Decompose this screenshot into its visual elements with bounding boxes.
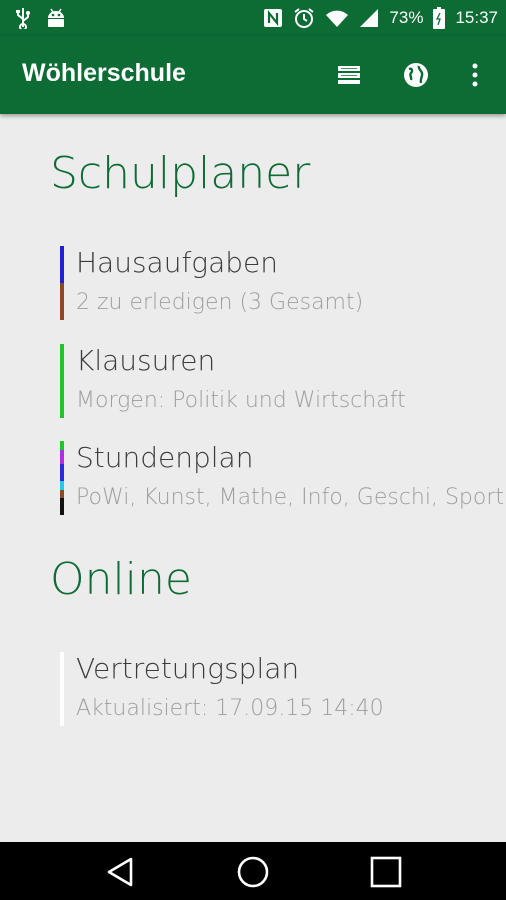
- android-debug-icon: [46, 7, 66, 29]
- signal-icon: [359, 8, 379, 28]
- list-item-homework[interactable]: Hausaufgaben 2 zu erledigen (3 Gesamt): [60, 246, 506, 322]
- color-bar: [60, 652, 64, 726]
- alarm-icon: [293, 7, 315, 29]
- item-subtitle: PoWi, Kunst, Mathe, Info, Geschi, Sport: [76, 485, 505, 510]
- item-title: Hausaufgaben: [76, 246, 279, 279]
- list-item-substitution-plan[interactable]: Vertretungsplan Aktualisiert: 17.09.15 1…: [60, 652, 506, 728]
- list-item-timetable[interactable]: Stundenplan PoWi, Kunst, Mathe, Info, Ge…: [60, 441, 506, 517]
- item-title: Vertretungsplan: [76, 652, 300, 685]
- section-title-online: Online: [50, 554, 192, 605]
- status-bar: 73% 15:37: [0, 0, 506, 36]
- color-bar: [60, 344, 64, 418]
- globe-icon[interactable]: [401, 60, 431, 90]
- item-subtitle: 2 zu erledigen (3 Gesamt): [76, 290, 364, 315]
- app-title: Wöhlerschule: [22, 59, 186, 87]
- navigation-bar: [0, 842, 506, 900]
- item-title: Stundenplan: [76, 441, 254, 474]
- recents-icon[interactable]: [368, 854, 404, 890]
- clock: 15:37: [455, 8, 498, 27]
- color-bar: [60, 441, 64, 515]
- list-item-exams[interactable]: Klausuren Morgen: Politik und Wirtschaft: [60, 344, 506, 420]
- item-subtitle: Aktualisiert: 17.09.15 14:40: [76, 696, 384, 721]
- section-title-planner: Schulplaner: [50, 148, 311, 199]
- list-view-icon[interactable]: [334, 60, 364, 90]
- item-title: Klausuren: [76, 344, 216, 377]
- color-bar: [60, 246, 64, 320]
- battery-icon: [433, 7, 446, 29]
- overflow-menu-icon[interactable]: [460, 60, 490, 90]
- app-bar: Wöhlerschule: [0, 36, 506, 114]
- usb-icon: [16, 7, 30, 29]
- battery-percent: 73%: [389, 8, 424, 27]
- back-icon[interactable]: [102, 854, 138, 890]
- nfc-icon: [263, 8, 283, 28]
- home-icon[interactable]: [235, 854, 271, 890]
- wifi-icon: [325, 8, 349, 28]
- item-subtitle: Morgen: Politik und Wirtschaft: [76, 388, 406, 413]
